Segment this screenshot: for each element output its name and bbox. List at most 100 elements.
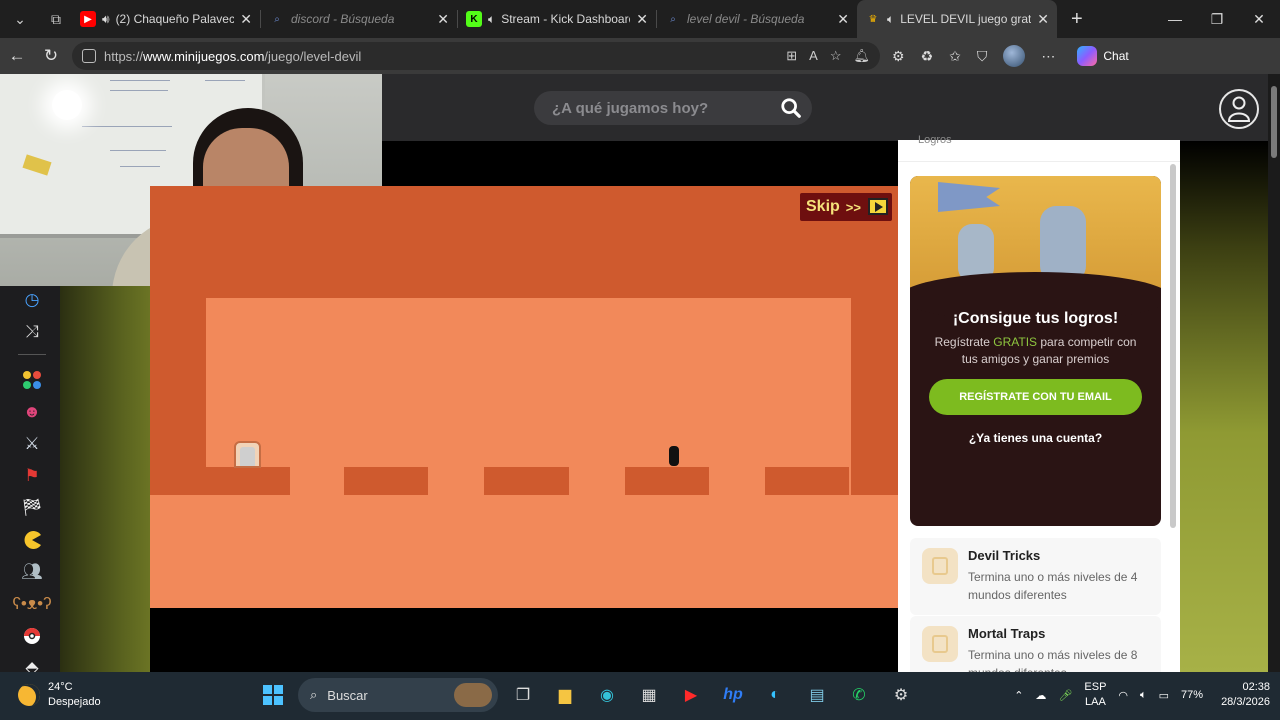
youtube-icon: ▶ xyxy=(80,11,96,27)
game-canvas[interactable] xyxy=(150,298,898,608)
new-tab-plus-icon[interactable]: + xyxy=(1057,8,1097,31)
date: 28/3/2026 xyxy=(1221,696,1270,708)
profile-avatar[interactable] xyxy=(1003,45,1026,67)
page-scrollbar[interactable] xyxy=(1268,74,1280,672)
tab-close-icon[interactable]: ✕ xyxy=(837,11,849,28)
address-field[interactable]: https://www.minijuegos.com/juego/level-d… xyxy=(72,42,880,70)
search-icon[interactable] xyxy=(780,97,802,119)
volume-icon[interactable]: 🔈︎ xyxy=(1140,689,1147,702)
close-window-icon[interactable]: ✕ xyxy=(1238,0,1280,38)
speaker-icon[interactable]: 🔊︎ xyxy=(102,12,110,27)
minimize-icon[interactable]: — xyxy=(1154,0,1196,38)
game-floor-segment xyxy=(150,467,290,495)
restore-icon[interactable]: ❐ xyxy=(1196,0,1238,38)
category-sidebar: ◷ ⤨ ☻ ⚔ ⚑ 🏁︎ 👥︎ ʕ•ᴥ•ʔ ⬘ xyxy=(0,286,60,672)
arcade-pacman-icon[interactable] xyxy=(20,528,44,552)
achievement-title: Mortal Traps xyxy=(968,626,1046,641)
random-shuffle-icon[interactable]: ⤨ xyxy=(20,320,44,344)
browser-essentials-shield-icon[interactable]: ⛉ xyxy=(977,48,988,65)
tab-title: discord - Búsqueda xyxy=(291,12,395,26)
file-explorer-icon[interactable]: ▆ xyxy=(548,678,582,712)
tab-actions-chevron-icon[interactable]: ⌄ xyxy=(4,3,36,35)
weather-condition: Despejado xyxy=(48,696,101,708)
hp-icon[interactable]: hp xyxy=(716,678,750,712)
login-link[interactable]: ¿Ya tienes una cuenta? xyxy=(910,431,1161,445)
performance-icon[interactable]: ♻ xyxy=(921,48,934,65)
tab-discord-search[interactable]: ⌕ discord - Búsqueda ✕ xyxy=(261,0,457,38)
skip-level-button[interactable]: Skip >> xyxy=(800,193,892,221)
refresh-icon[interactable]: ↻ xyxy=(34,41,68,71)
more-options-icon[interactable]: ⋯ xyxy=(1041,48,1055,65)
tab-close-icon[interactable]: ✕ xyxy=(1037,11,1049,28)
cloud-icon[interactable]: ☁ xyxy=(1035,689,1046,702)
system-tray: ⌃ ☁ 🎤︎ ESP LAA ◠ 🔈︎ ▭ 77% 02:38 28/3/202… xyxy=(1014,680,1270,710)
taskbar-search-box[interactable]: ⌕ Buscar xyxy=(298,678,498,712)
microsoft-store-icon[interactable]: ▦ xyxy=(632,678,666,712)
user-icon xyxy=(1228,96,1250,122)
achievement-badge-icon xyxy=(922,548,958,584)
user-account-button[interactable] xyxy=(1219,89,1259,129)
panel-scrollbar[interactable] xyxy=(1170,164,1176,528)
panel-top-header: Logros xyxy=(898,134,1180,162)
apps-icon[interactable]: ⊞ xyxy=(786,48,797,64)
site-info-icon[interactable] xyxy=(82,49,96,63)
task-view-icon[interactable]: ❐ xyxy=(506,678,540,712)
achievement-title: Devil Tricks xyxy=(968,548,1041,563)
more-categories-icon[interactable]: ⬘ xyxy=(20,656,44,672)
url-prefix: https:// xyxy=(104,48,144,64)
workspaces-icon[interactable]: ⧉ xyxy=(40,3,72,35)
url-path: /juego/level-devil xyxy=(264,48,362,64)
tab-level-devil-game[interactable]: ♛ 🔈︎ LEVEL DEVIL juego gratis ✕ xyxy=(857,0,1057,38)
achievement-item[interactable]: Devil Tricks Termina uno o más niveles d… xyxy=(910,538,1161,615)
game-floor-segment xyxy=(765,467,849,495)
tab-close-icon[interactable]: ✕ xyxy=(437,11,449,28)
microphone-icon[interactable]: 🎤︎ xyxy=(1058,689,1072,702)
favorite-star-icon[interactable]: ☆ xyxy=(830,48,842,64)
show-hidden-icons-chevron-icon[interactable]: ⌃ xyxy=(1014,689,1023,702)
copilot-icon xyxy=(1077,46,1098,66)
clock[interactable]: 02:38 28/3/2026 xyxy=(1221,680,1270,710)
youtube-app-icon[interactable]: ▶ xyxy=(674,678,708,712)
weather-widget[interactable]: 24°C Despejado xyxy=(18,680,101,710)
speaker-icon[interactable]: 🔈︎ xyxy=(887,12,894,27)
tab-youtube[interactable]: ▶ 🔊︎ (2) Chaqueño Palavecino ✕ xyxy=(72,0,260,38)
chat-app-icon[interactable]: ◐ xyxy=(758,678,792,712)
battery-icon[interactable]: ▭ xyxy=(1159,689,1169,702)
back-arrow-icon[interactable]: ← xyxy=(0,41,34,71)
tab-close-icon[interactable]: ✕ xyxy=(240,11,252,28)
tab-close-icon[interactable]: ✕ xyxy=(636,11,648,28)
tab-level-devil-search[interactable]: ⌕ level devil - Búsqueda ✕ xyxy=(657,0,857,38)
url-host: www.minijuegos.com xyxy=(143,48,265,64)
edge-browser-icon[interactable]: ◉ xyxy=(590,678,624,712)
site-search-input[interactable]: ¿A qué jugamos hoy? xyxy=(534,91,812,125)
friends-icon[interactable]: 👥︎ xyxy=(20,560,44,584)
favorites-icon[interactable]: ✩ xyxy=(949,48,961,65)
all-games-dots-icon[interactable] xyxy=(20,368,44,392)
kids-bear-icon[interactable]: ʕ•ᴥ•ʔ xyxy=(12,592,51,616)
action-swords-icon[interactable]: ⚔ xyxy=(20,432,44,456)
whatsapp-icon[interactable]: ✆ xyxy=(842,678,876,712)
copilot-chat-button[interactable]: Chat xyxy=(1077,46,1129,66)
extensions-icon[interactable]: ⚙ xyxy=(892,48,905,65)
windows-start-icon[interactable] xyxy=(256,678,290,712)
language-indicator[interactable]: ESP LAA xyxy=(1084,680,1106,710)
multiplayer-icon[interactable]: ☻ xyxy=(20,400,44,424)
racing-checkered-flag-icon[interactable]: 🏁︎ xyxy=(20,496,44,520)
wifi-icon[interactable]: ◠ xyxy=(1118,689,1128,702)
speaker-icon[interactable]: 🔈︎ xyxy=(488,12,495,27)
search-icon: ⌕ xyxy=(274,13,280,25)
background-decoration xyxy=(60,286,150,672)
recent-clock-icon[interactable]: ◷ xyxy=(20,288,44,312)
read-aloud-icon[interactable]: A xyxy=(809,48,818,64)
page-scroll-thumb[interactable] xyxy=(1271,86,1277,158)
photos-icon[interactable]: ▤ xyxy=(800,678,834,712)
achievement-item[interactable]: Mortal Traps Termina uno o más niveles d… xyxy=(910,616,1161,672)
notification-bell-icon[interactable]: 🔔︎ xyxy=(853,48,870,64)
adventure-flag-icon[interactable]: ⚑ xyxy=(20,464,44,488)
promo-subtitle: Regístrate GRATIS para competir con tus … xyxy=(934,335,1137,366)
settings-icon[interactable]: ⚙ xyxy=(884,678,918,712)
taskbar-apps: ⌕ Buscar ❐ ▆ ◉ ▦ ▶ hp ◐ ▤ ✆ ⚙ xyxy=(256,678,918,712)
register-email-button[interactable]: REGÍSTRATE CON TU EMAIL xyxy=(929,379,1142,415)
pokeball-icon[interactable] xyxy=(20,624,44,648)
tab-kick-dashboard[interactable]: K 🔈︎ Stream - Kick Dashboard ✕ xyxy=(458,0,656,38)
